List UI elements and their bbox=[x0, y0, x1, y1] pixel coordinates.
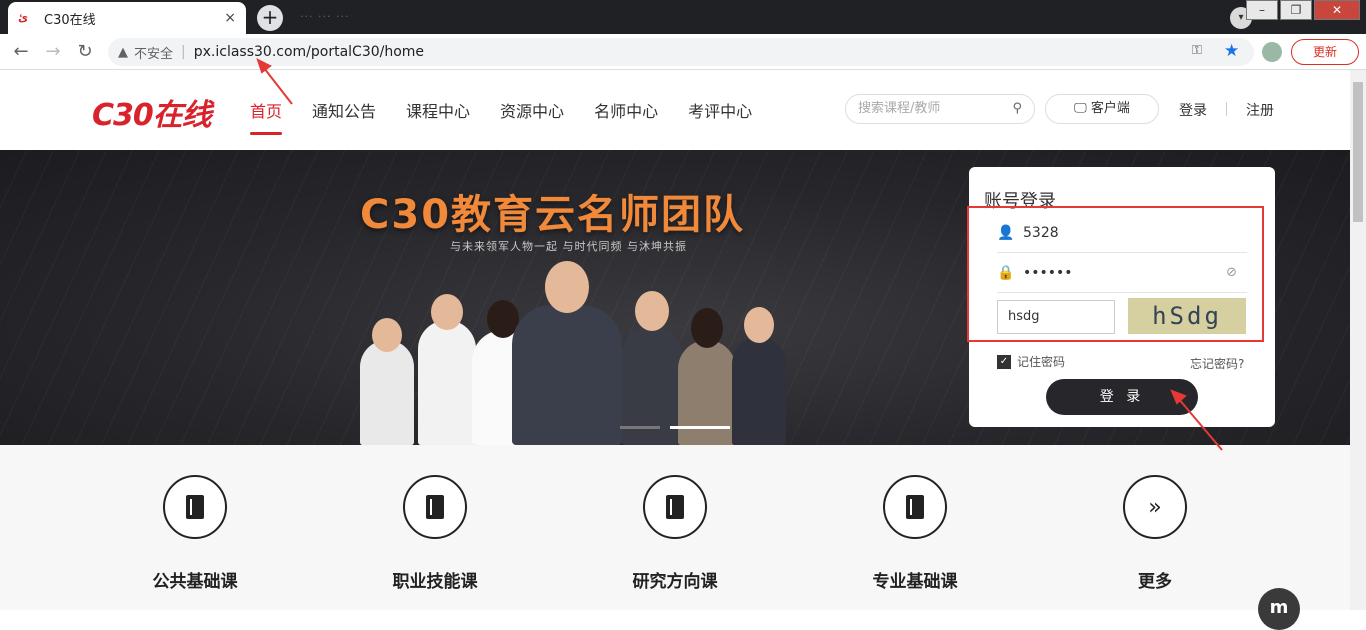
login-panel: 账号登录 👤 5328 🔒 •••••• ⊘ hsdg hSdg ✓ 记住密码 … bbox=[967, 167, 1275, 427]
main-nav: 首页 通知公告 课程中心 资源中心 名师中心 考评中心 bbox=[250, 98, 782, 135]
update-button[interactable]: 更新 bbox=[1291, 39, 1359, 65]
book-icon bbox=[643, 475, 707, 539]
site-header: C30在线 首页 通知公告 课程中心 资源中心 名师中心 考评中心 搜索课程/教… bbox=[0, 70, 1350, 150]
header-divider bbox=[1226, 102, 1227, 116]
maximize-icon[interactable]: ❐ bbox=[1280, 0, 1312, 20]
category-label: 专业基础课 bbox=[872, 572, 958, 592]
monitor-icon: 🖵 bbox=[1074, 101, 1087, 116]
address-bar: ← → ↻ ▲ 不安全 | px.iclass30.com/portalC30/… bbox=[0, 34, 1366, 70]
scrollbar-thumb[interactable] bbox=[1353, 82, 1363, 222]
forgot-password-link[interactable]: 忘记密码? bbox=[1190, 355, 1244, 372]
double-chevron-right-icon: » bbox=[1123, 475, 1187, 539]
floating-help-button[interactable]: m bbox=[1258, 588, 1300, 630]
nav-courses[interactable]: 课程中心 bbox=[406, 98, 470, 122]
category-vocational-skills[interactable]: 职业技能课 bbox=[375, 475, 495, 592]
reload-icon[interactable]: ↻ bbox=[74, 41, 96, 63]
person-figure bbox=[678, 308, 736, 445]
minimize-icon[interactable]: – bbox=[1246, 0, 1278, 20]
client-download-button[interactable]: 🖵 客户端 bbox=[1045, 94, 1159, 124]
site-favicon-icon: ئ bbox=[18, 11, 29, 24]
category-label: 职业技能课 bbox=[392, 572, 478, 592]
banner-subtitle: 与未来领军人物一起 与时代同频 与沐坤共振 bbox=[450, 240, 687, 253]
omnibox[interactable]: ▲ 不安全 | px.iclass30.com/portalC30/home bbox=[108, 38, 1254, 66]
teacher-group-photo bbox=[340, 260, 790, 445]
category-more[interactable]: » 更多 bbox=[1095, 475, 1215, 592]
browser-titlebar: ئ C30在线 × + ··· ··· ··· ▾ – ❐ ✕ bbox=[0, 0, 1366, 34]
category-professional-basics[interactable]: 专业基础课 bbox=[855, 475, 975, 592]
page-scrollbar[interactable] bbox=[1350, 70, 1366, 610]
person-figure bbox=[418, 294, 476, 445]
category-public-basics[interactable]: 公共基础课 bbox=[135, 475, 255, 592]
remember-label: 记住密码 bbox=[1017, 355, 1066, 369]
nav-resources[interactable]: 资源中心 bbox=[500, 98, 564, 122]
category-label: 研究方向课 bbox=[632, 572, 718, 592]
book-icon bbox=[403, 475, 467, 539]
profile-avatar[interactable] bbox=[1262, 42, 1282, 62]
new-tab-button[interactable]: + bbox=[257, 5, 283, 31]
person-figure bbox=[732, 307, 786, 445]
course-categories: 公共基础课 职业技能课 研究方向课 专业基础课 » 更多 bbox=[0, 445, 1350, 610]
tab-close-icon[interactable]: × bbox=[224, 10, 236, 26]
search-icon[interactable]: ⚲ bbox=[1012, 95, 1022, 123]
nav-teachers[interactable]: 名师中心 bbox=[594, 98, 658, 122]
window-controls: – ❐ ✕ bbox=[1244, 0, 1360, 20]
bookmark-star-icon[interactable]: ★ bbox=[1224, 41, 1239, 61]
site-logo[interactable]: C30在线 bbox=[92, 90, 212, 134]
book-icon bbox=[163, 475, 227, 539]
header-register-link[interactable]: 注册 bbox=[1246, 100, 1274, 120]
back-icon[interactable]: ← bbox=[10, 41, 32, 63]
annotation-highlight-box bbox=[967, 206, 1264, 342]
carousel-dot-active[interactable] bbox=[670, 426, 730, 429]
key-icon[interactable]: ⚿ bbox=[1192, 43, 1202, 58]
search-input[interactable]: 搜索课程/教师 ⚲ bbox=[845, 94, 1035, 124]
person-figure bbox=[360, 318, 414, 445]
forward-icon[interactable]: → bbox=[42, 41, 64, 63]
warning-icon[interactable]: ▲ bbox=[118, 45, 128, 60]
carousel-dot[interactable] bbox=[620, 426, 660, 429]
inactive-tabs[interactable]: ··· ··· ··· bbox=[300, 10, 349, 23]
header-login-link[interactable]: 登录 bbox=[1179, 100, 1207, 120]
browser-tab[interactable]: ئ C30在线 × bbox=[8, 2, 246, 34]
remember-password[interactable]: ✓ 记住密码 bbox=[997, 353, 1065, 370]
person-figure bbox=[512, 261, 622, 445]
nav-home[interactable]: 首页 bbox=[250, 98, 283, 135]
omnibox-separator: | bbox=[181, 44, 186, 60]
carousel-dots bbox=[620, 426, 740, 429]
insecure-label[interactable]: 不安全 bbox=[134, 43, 173, 62]
url-text[interactable]: px.iclass30.com/portalC30/home bbox=[194, 44, 424, 60]
nav-assessment[interactable]: 考评中心 bbox=[688, 98, 752, 122]
tab-title: C30在线 bbox=[44, 12, 96, 28]
book-icon bbox=[883, 475, 947, 539]
nav-notices[interactable]: 通知公告 bbox=[312, 98, 376, 122]
client-label: 客户端 bbox=[1090, 101, 1130, 116]
login-submit-button[interactable]: 登 录 bbox=[1046, 379, 1198, 415]
remember-checkbox[interactable]: ✓ bbox=[997, 354, 1011, 369]
category-label: 更多 bbox=[1138, 572, 1172, 592]
search-placeholder: 搜索课程/教师 bbox=[858, 101, 941, 116]
banner-title: C30教育云名师团队 bbox=[360, 192, 746, 238]
category-label: 公共基础课 bbox=[152, 572, 238, 592]
category-research[interactable]: 研究方向课 bbox=[615, 475, 735, 592]
close-window-icon[interactable]: ✕ bbox=[1314, 0, 1360, 20]
